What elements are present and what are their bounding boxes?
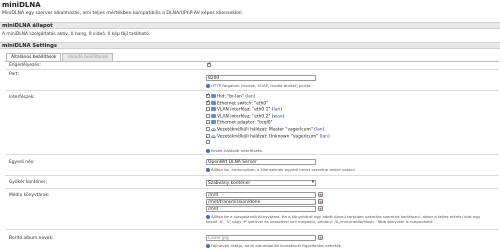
row-root-container: Gyökér konténer: Szabvány konténer ▾ — [5, 177, 499, 189]
status-text: A miniDLNA szolgáltatás aktív, 0 hang, 0… — [2, 32, 150, 37]
enable-label: Engedélyezés: — [9, 63, 41, 68]
row-enable: Engedélyezés: — [5, 61, 499, 70]
interface-item: Vezetéknélküli hálózat: Unknown "vagerlc… — [206, 133, 330, 140]
row-interfaces: Interfészek: Híd: "br-lan" (lan)Ethernet… — [5, 92, 499, 155]
port-hint: HTTP forgalom (ikonok, SOAP, media átvit… — [206, 83, 312, 88]
interface-item: Vezetéknélküli hálózat: Master "vagerlcu… — [206, 127, 324, 133]
interface-label: Vezetéknélküli hálózat: Unknown "vagerlc… — [217, 134, 322, 140]
interface-item: Ethernet switch: "eth0" — [206, 99, 269, 107]
interface-checkbox[interactable] — [206, 92, 210, 98]
tab-advanced-settings[interactable]: Haladó beállítások — [62, 53, 114, 61]
media-dir-input-3[interactable]: /mnt — [206, 206, 316, 212]
interface-network-link[interactable]: lan — [321, 134, 328, 139]
root-container-select[interactable]: Szabvány konténer ▾ — [206, 180, 316, 186]
interface-label: Híd: "br-lan" ( — [217, 94, 247, 100]
root-container-label: Gyökér konténer: — [9, 180, 47, 185]
media-dir-input-1[interactable]: /mnt — [206, 192, 316, 198]
network-icon — [211, 100, 216, 105]
settings-section-heading: miniDLNA Settings — [0, 42, 500, 49]
album-art-label: Borító album nevek: — [9, 236, 54, 241]
interface-label-suffix: ) — [280, 107, 282, 113]
network-icon — [211, 113, 216, 118]
interfaces-hint: Kezelt hálózati interfészek. — [206, 148, 263, 153]
interface-network-link[interactable]: wan — [274, 114, 283, 119]
status-section-heading: miniDLNA állapot — [0, 22, 500, 29]
interface-checkbox[interactable] — [206, 107, 210, 112]
interface-label-suffix: ) — [327, 134, 330, 140]
enable-checkbox[interactable] — [207, 61, 211, 67]
wireless-icon — [211, 133, 216, 138]
tab-general-settings[interactable]: Általános beállítások — [6, 53, 62, 61]
settings-tabs: Általános beállítások Haladó beállítások — [6, 53, 114, 61]
interface-checkbox[interactable] — [206, 120, 210, 125]
interfaces-label: Interfészek: — [9, 95, 35, 100]
page-description: MiniDLNA egy szerver alkalmazás, ami tel… — [2, 11, 244, 16]
interface-network-link[interactable]: lan — [247, 95, 254, 100]
info-icon — [206, 168, 210, 172]
info-icon — [206, 244, 210, 248]
friendly-name-hint: Állítsa be, amennyiben a klienseknek egy… — [206, 167, 356, 172]
interface-label: Vezetéknélküli hálózat: Master "vagerlcu… — [217, 127, 316, 133]
interface-checkbox[interactable] — [206, 133, 210, 138]
interface-checkbox[interactable] — [206, 113, 210, 118]
interface-checkbox[interactable] — [206, 127, 210, 131]
info-icon — [206, 84, 210, 88]
album-art-input[interactable]: Cover.jpg — [206, 235, 316, 241]
row-friendly-name: Egyedi név: OpenWrt DLNA Server Állítsa … — [5, 156, 499, 176]
network-icon — [211, 107, 216, 112]
row-port: Port: 8200 HTTP forgalom (ikonok, SOAP, … — [5, 71, 499, 91]
media-dirs-hint: Állítsa be a vizsgálandó könyvtárat. Ha … — [206, 214, 481, 224]
media-dirs-label: Média könyvtárak: — [9, 193, 50, 198]
interface-label-suffix: ) — [282, 114, 285, 120]
interface-network-link[interactable]: lan — [316, 128, 323, 133]
info-icon — [206, 149, 210, 153]
interface-label: VLAN interfész: "eth0.2" ( — [217, 114, 274, 120]
interface-item: Ethernet adapter: "teql0" — [206, 120, 273, 126]
interface-label: Ethernet adapter: "teql0" — [217, 120, 273, 126]
remove-media-dir-button-1[interactable]: × — [318, 192, 323, 197]
add-media-dir-button[interactable]: + — [318, 206, 323, 211]
media-dir-input-2[interactable]: /mnt/transmission/done — [206, 199, 316, 205]
port-input[interactable]: 8200 — [206, 75, 316, 81]
album-art-hint: Fájlnevek listája, amik albumborító kere… — [206, 243, 342, 248]
remove-media-dir-button-2[interactable]: × — [318, 199, 323, 204]
interface-label-suffix: ) — [253, 94, 256, 100]
interface-checkbox[interactable] — [206, 99, 210, 105]
page-title: miniDLNA — [2, 1, 41, 9]
interface-item — [206, 140, 210, 146]
add-album-art-button[interactable]: + — [318, 235, 323, 240]
friendly-name-input[interactable]: OpenWrt DLNA Server — [206, 159, 316, 165]
friendly-name-label: Egyedi név: — [9, 160, 35, 165]
interface-label-suffix: ) — [322, 127, 325, 133]
port-label: Port: — [9, 72, 20, 77]
interface-label: VLAN interfész: "eth0.1" ( — [217, 107, 274, 113]
interface-item: Híd: "br-lan" (lan) — [206, 92, 256, 100]
row-album-art: Borító album nevek: Cover.jpg + Fájlneve… — [5, 231, 499, 252]
interface-checkbox[interactable] — [206, 140, 210, 145]
network-icon — [211, 94, 216, 98]
wireless-icon — [211, 127, 216, 131]
interface-item: VLAN interfész: "eth0.2" (wan) — [206, 113, 285, 120]
interface-label: Ethernet switch: "eth0" — [217, 101, 269, 107]
chevron-down-icon: ▾ — [311, 180, 314, 185]
interface-item: VLAN interfész: "eth0.1" (lan) — [206, 107, 282, 113]
row-media-dirs: Média könyvtárak: /mnt × /mnt/transmissi… — [5, 190, 499, 230]
network-icon — [211, 120, 216, 125]
